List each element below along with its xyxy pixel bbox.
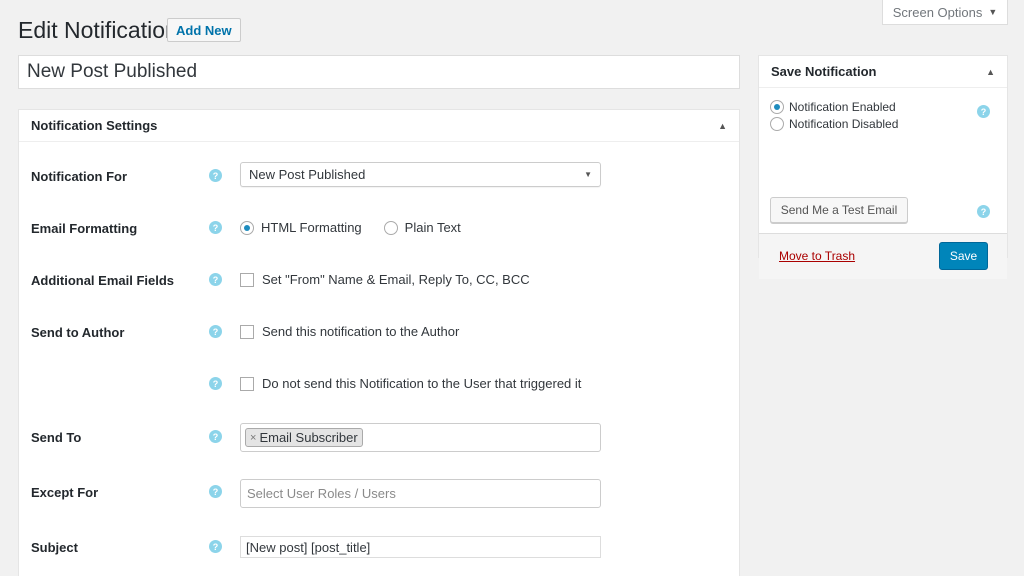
html-formatting-radio[interactable] — [240, 220, 254, 235]
plain-text-label: Plain Text — [404, 220, 461, 235]
screen-options-button[interactable]: Screen Options ▼ — [882, 0, 1008, 25]
send-test-email-button[interactable]: Send Me a Test Email — [770, 197, 908, 223]
chevron-down-icon: ▼ — [988, 7, 998, 17]
token-label: Email Subscriber — [259, 430, 358, 445]
help-question-icon[interactable]: ? — [209, 325, 222, 338]
plain-text-radio[interactable] — [383, 220, 398, 235]
help-question-icon[interactable]: ? — [209, 540, 222, 553]
subject-input[interactable]: [New post] [post_title] — [240, 536, 601, 558]
help-question-icon[interactable]: ? — [977, 205, 990, 218]
panel-title: Save Notification — [771, 64, 877, 79]
panel-title: Notification Settings — [31, 118, 158, 133]
notification-disabled-radio[interactable] — [770, 117, 784, 131]
save-button[interactable]: Save — [939, 242, 988, 270]
dropdown-caret-icon: ▼ — [584, 170, 592, 179]
send-to-author-option: Send this notification to the Author — [240, 324, 459, 339]
email-formatting-label: Email Formatting — [31, 221, 138, 236]
notification-for-label: Notification For — [31, 169, 128, 184]
additional-fields-option: Set "From" Name & Email, Reply To, CC, B… — [240, 272, 530, 287]
except-for-placeholder: Select User Roles / Users — [247, 486, 396, 501]
notification-enabled-option: Notification Enabled — [770, 100, 896, 114]
help-question-icon[interactable]: ? — [209, 485, 222, 498]
token-remove-icon[interactable]: × — [250, 432, 256, 444]
send-to-author-checkbox-label: Send this notification to the Author — [262, 324, 460, 339]
send-to-label: Send To — [31, 430, 82, 445]
help-question-icon[interactable]: ? — [209, 377, 222, 390]
screen-options-label: Screen Options — [892, 4, 983, 20]
help-question-icon[interactable]: ? — [209, 273, 222, 286]
notification-disabled-label: Notification Disabled — [789, 117, 899, 131]
do-not-send-checkbox[interactable] — [240, 376, 254, 391]
add-new-button[interactable]: Add New — [167, 18, 241, 42]
additional-fields-label: Additional Email Fields — [31, 273, 175, 288]
send-to-author-checkbox[interactable] — [240, 324, 254, 339]
help-question-icon[interactable]: ? — [977, 105, 990, 118]
send-to-author-label: Send to Author — [31, 325, 125, 340]
notification-enabled-label: Notification Enabled — [789, 100, 896, 114]
subject-label: Subject — [31, 540, 78, 555]
post-title-input[interactable]: New Post Published — [18, 55, 740, 89]
notification-settings-header[interactable]: Notification Settings ▲ — [19, 110, 739, 142]
move-to-trash-link[interactable]: Move to Trash — [779, 249, 855, 263]
do-not-send-option: Do not send this Notification to the Use… — [240, 376, 581, 391]
save-notification-header[interactable]: Save Notification ▲ — [759, 56, 1007, 88]
do-not-send-checkbox-label: Do not send this Notification to the Use… — [262, 376, 582, 391]
collapse-arrow-icon[interactable]: ▲ — [718, 121, 727, 131]
additional-fields-checkbox[interactable] — [240, 272, 254, 287]
notification-enabled-radio[interactable] — [770, 100, 784, 114]
collapse-arrow-icon[interactable]: ▲ — [986, 67, 995, 77]
save-notification-panel: Save Notification ▲ Notification Enabled… — [758, 55, 1008, 279]
notification-settings-panel: Notification Settings ▲ Notification For… — [18, 109, 740, 576]
email-subscriber-token: × Email Subscriber — [245, 428, 363, 447]
major-publishing-actions: Move to Trash Save — [759, 233, 1007, 279]
help-question-icon[interactable]: ? — [209, 221, 222, 234]
help-question-icon[interactable]: ? — [209, 430, 222, 443]
notification-for-select[interactable]: New Post Published ▼ — [240, 162, 601, 187]
email-formatting-options: HTML Formatting Plain Text — [240, 220, 461, 235]
send-to-input[interactable]: × Email Subscriber — [240, 423, 601, 452]
notification-disabled-option: Notification Disabled — [770, 117, 898, 131]
save-notification-body: Notification Enabled Notification Disabl… — [759, 88, 1007, 279]
except-for-input[interactable]: Select User Roles / Users — [240, 479, 601, 508]
notification-for-value: New Post Published — [249, 167, 366, 182]
page-title: Edit Notification — [18, 17, 178, 43]
except-for-label: Except For — [31, 485, 99, 500]
additional-fields-checkbox-label: Set "From" Name & Email, Reply To, CC, B… — [262, 272, 530, 287]
help-question-icon[interactable]: ? — [209, 169, 222, 182]
html-formatting-label: HTML Formatting — [261, 220, 362, 235]
